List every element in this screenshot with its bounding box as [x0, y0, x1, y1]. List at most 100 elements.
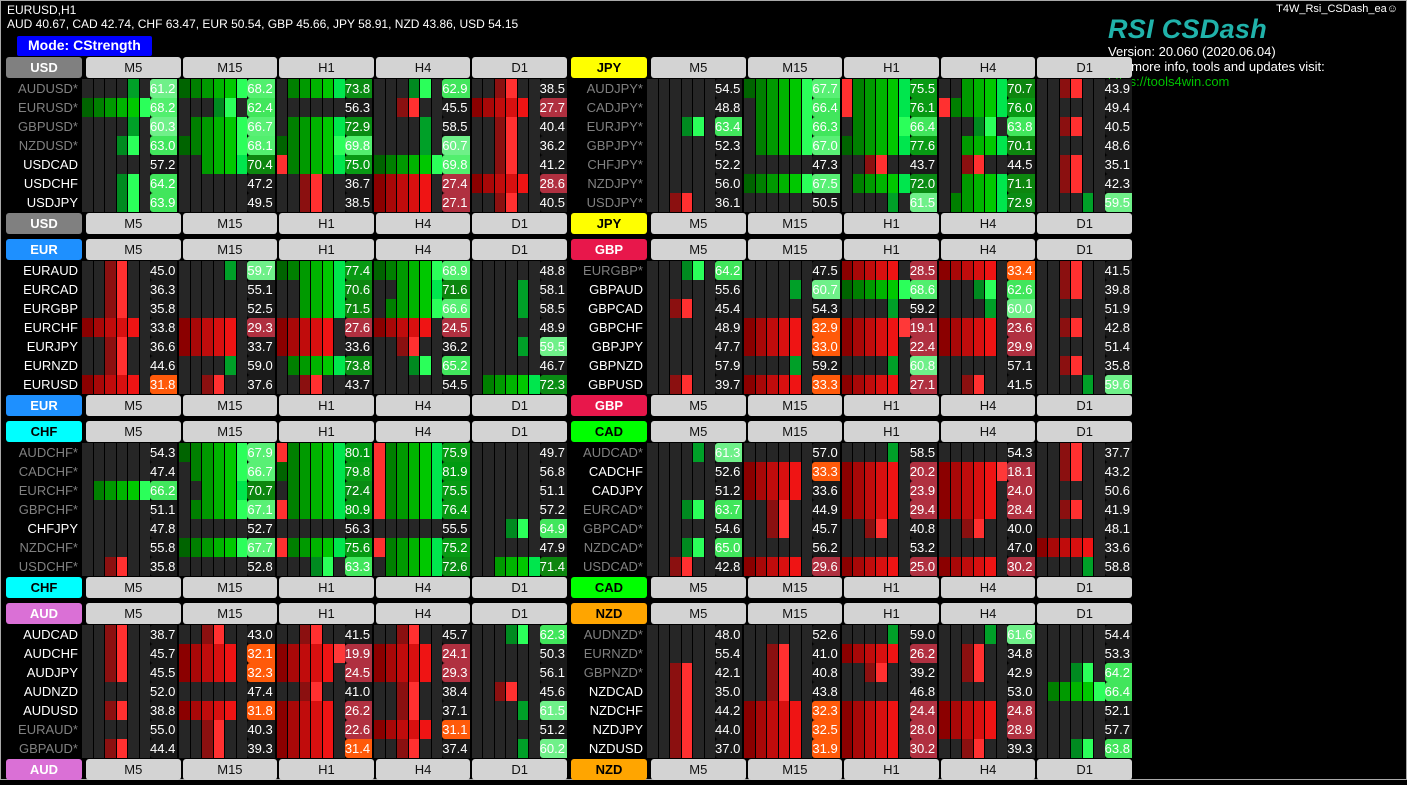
- rsi-cell-h1[interactable]: 56.3: [276, 98, 373, 117]
- rsi-cell-d1[interactable]: 53.3: [1036, 644, 1133, 663]
- rsi-cell-d1[interactable]: 50.3: [471, 644, 568, 663]
- timeframe-header-m5[interactable]: M5: [651, 577, 746, 598]
- pair-label[interactable]: GBPUSD: [571, 375, 647, 394]
- timeframe-header-h4[interactable]: H4: [940, 395, 1036, 416]
- rsi-cell-m15[interactable]: 52.7: [179, 519, 275, 538]
- timeframe-header-h1[interactable]: H1: [279, 395, 374, 416]
- rsi-cell-h1[interactable]: 80.9: [276, 500, 373, 519]
- rsi-cell-m15[interactable]: 66.3: [744, 117, 840, 136]
- pair-label[interactable]: NZDCHF: [571, 701, 647, 720]
- timeframe-header-m15[interactable]: M15: [182, 421, 278, 442]
- timeframe-header-h4[interactable]: H4: [375, 759, 471, 780]
- timeframe-header-m15[interactable]: M15: [182, 395, 278, 416]
- rsi-cell-h1[interactable]: 46.8: [841, 682, 938, 701]
- rsi-cell-d1[interactable]: 51.2: [471, 720, 568, 739]
- rsi-cell-m15[interactable]: 66.7: [179, 462, 275, 481]
- timeframe-header-m15[interactable]: M15: [747, 395, 843, 416]
- timeframe-header-m15[interactable]: M15: [747, 239, 843, 260]
- rsi-cell-m15[interactable]: 52.8: [179, 557, 275, 576]
- pair-label[interactable]: EURAUD*: [6, 720, 82, 739]
- table-row[interactable]: CADCHF* 47.4 66.7 79.8 81.9 56.8: [6, 462, 568, 481]
- timeframe-header-h4[interactable]: H4: [940, 213, 1036, 234]
- rsi-cell-h1[interactable]: 77.4: [276, 261, 373, 280]
- table-row[interactable]: AUDJPY* 54.5 67.7 75.5 70.7 43.9: [571, 79, 1133, 98]
- rsi-cell-m5[interactable]: 42.8: [647, 557, 743, 576]
- timeframe-header-m5[interactable]: M5: [86, 57, 181, 78]
- rsi-cell-h4[interactable]: 66.6: [374, 299, 470, 318]
- pair-label[interactable]: NZDJPY: [571, 720, 647, 739]
- rsi-cell-m5[interactable]: 38.8: [82, 701, 178, 720]
- rsi-cell-m15[interactable]: 52.5: [179, 299, 275, 318]
- timeframe-header-d1[interactable]: D1: [472, 421, 567, 442]
- table-row[interactable]: AUDUSD* 61.2 68.2 73.8 62.9 38.5: [6, 79, 568, 98]
- rsi-cell-m15[interactable]: 67.1: [179, 500, 275, 519]
- rsi-cell-m15[interactable]: 70.4: [179, 155, 275, 174]
- rsi-cell-h1[interactable]: 19.9: [276, 644, 373, 663]
- rsi-cell-m5[interactable]: 31.8: [82, 375, 178, 394]
- rsi-cell-h4[interactable]: 75.9: [374, 443, 470, 462]
- pair-label[interactable]: EURJPY*: [571, 117, 647, 136]
- rsi-cell-d1[interactable]: 63.8: [1036, 739, 1133, 758]
- rsi-cell-m15[interactable]: 60.7: [744, 280, 840, 299]
- rsi-cell-d1[interactable]: 41.5: [1036, 261, 1133, 280]
- table-row[interactable]: AUDCHF 45.7 32.1 19.9 24.1 50.3: [6, 644, 568, 663]
- rsi-cell-h1[interactable]: 71.5: [276, 299, 373, 318]
- rsi-cell-h4[interactable]: 45.5: [374, 98, 470, 117]
- table-row[interactable]: AUDUSD 38.8 31.8 26.2 37.1 61.5: [6, 701, 568, 720]
- rsi-cell-h1[interactable]: 75.5: [841, 79, 938, 98]
- timeframe-header-m15[interactable]: M15: [747, 421, 843, 442]
- rsi-cell-h4[interactable]: 76.4: [374, 500, 470, 519]
- rsi-cell-m5[interactable]: 36.1: [647, 193, 743, 212]
- table-row[interactable]: EURUSD* 68.2 62.4 56.3 45.5 27.7: [6, 98, 568, 117]
- rsi-cell-m15[interactable]: 43.8: [744, 682, 840, 701]
- rsi-cell-h4[interactable]: 29.3: [374, 663, 470, 682]
- table-row[interactable]: CHFJPY 47.8 52.7 56.3 55.5 64.9: [6, 519, 568, 538]
- rsi-cell-m5[interactable]: 45.7: [82, 644, 178, 663]
- rsi-cell-d1[interactable]: 45.6: [471, 682, 568, 701]
- rsi-cell-h4[interactable]: 60.7: [374, 136, 470, 155]
- table-row[interactable]: EURGBP 35.8 52.5 71.5 66.6 58.5: [6, 299, 568, 318]
- pair-label[interactable]: EURCAD*: [571, 500, 647, 519]
- rsi-cell-h1[interactable]: 24.4: [841, 701, 938, 720]
- table-row[interactable]: USDCAD 57.2 70.4 75.0 69.8 41.2: [6, 155, 568, 174]
- rsi-cell-d1[interactable]: 50.6: [1036, 481, 1133, 500]
- rsi-cell-m15[interactable]: 31.8: [179, 701, 275, 720]
- timeframe-header-h4[interactable]: H4: [375, 395, 471, 416]
- rsi-cell-h1[interactable]: 27.6: [276, 318, 373, 337]
- rsi-cell-m5[interactable]: 52.6: [647, 462, 743, 481]
- rsi-cell-h4[interactable]: 58.5: [374, 117, 470, 136]
- rsi-cell-h4[interactable]: 37.4: [374, 739, 470, 758]
- timeframe-header-m5[interactable]: M5: [651, 239, 746, 260]
- rsi-cell-m15[interactable]: 31.9: [744, 739, 840, 758]
- rsi-cell-h1[interactable]: 28.0: [841, 720, 938, 739]
- rsi-cell-d1[interactable]: 59.5: [471, 337, 568, 356]
- rsi-cell-h4[interactable]: 70.7: [939, 79, 1035, 98]
- rsi-cell-h1[interactable]: 26.2: [841, 644, 938, 663]
- rsi-cell-h1[interactable]: 72.0: [841, 174, 938, 193]
- rsi-cell-m5[interactable]: 47.4: [82, 462, 178, 481]
- rsi-cell-m5[interactable]: 64.2: [647, 261, 743, 280]
- timeframe-header-d1[interactable]: D1: [472, 395, 567, 416]
- table-row[interactable]: EURCHF* 66.2 70.7 72.4 75.5 51.1: [6, 481, 568, 500]
- rsi-cell-d1[interactable]: 52.1: [1036, 701, 1133, 720]
- timeframe-header-h1[interactable]: H1: [279, 213, 374, 234]
- timeframe-header-m15[interactable]: M15: [182, 239, 278, 260]
- rsi-cell-m5[interactable]: 63.0: [82, 136, 178, 155]
- rsi-cell-m15[interactable]: 66.7: [179, 117, 275, 136]
- rsi-cell-m15[interactable]: 33.3: [744, 375, 840, 394]
- pair-label[interactable]: GBPNZD: [571, 356, 647, 375]
- rsi-cell-m15[interactable]: 52.6: [744, 625, 840, 644]
- rsi-cell-h1[interactable]: 77.6: [841, 136, 938, 155]
- rsi-cell-h1[interactable]: 75.6: [276, 538, 373, 557]
- rsi-cell-h4[interactable]: 38.4: [374, 682, 470, 701]
- timeframe-header-m15[interactable]: M15: [747, 57, 843, 78]
- table-row[interactable]: GBPUSD 39.7 33.3 27.1 41.5 59.6: [571, 375, 1133, 394]
- timeframe-header-m5[interactable]: M5: [86, 239, 181, 260]
- pair-label[interactable]: EURJPY: [6, 337, 82, 356]
- rsi-cell-d1[interactable]: 61.5: [471, 701, 568, 720]
- table-row[interactable]: CADJPY* 48.8 66.4 76.1 76.0 49.4: [571, 98, 1133, 117]
- rsi-cell-m15[interactable]: 41.0: [744, 644, 840, 663]
- currency-badge-eur[interactable]: EUR: [6, 395, 82, 416]
- rsi-cell-m5[interactable]: 63.7: [647, 500, 743, 519]
- rsi-cell-h4[interactable]: 70.1: [939, 136, 1035, 155]
